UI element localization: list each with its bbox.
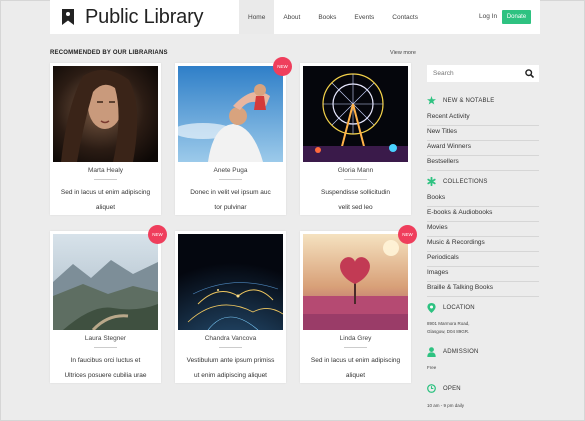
card-book-title[interactable]: Donec in velit vel ipsum auc tor pulvina… — [183, 185, 278, 215]
nav-books[interactable]: Books — [309, 0, 345, 34]
main-nav: Home About Books Events Contacts — [239, 0, 427, 34]
new-badge: NEW — [148, 225, 167, 244]
sidebar-item-periodicals[interactable]: Periodicals — [427, 252, 539, 267]
new-notable-heading: NEW & NOTABLE — [427, 96, 495, 105]
book-cover-image — [303, 66, 408, 162]
book-card[interactable]: NEW Anete Puga Donec in velit vel ipsum … — [175, 57, 292, 215]
heading-label: OPEN — [443, 385, 461, 392]
asterisk-icon — [427, 177, 436, 186]
card-title-line: Vestibulum ante ipsum primiss — [186, 357, 275, 364]
donate-button[interactable]: Donate — [502, 10, 531, 24]
card-title-line: Ultrices posuere cubilia urae — [64, 372, 147, 379]
site-title: Public Library — [85, 5, 204, 28]
location-heading: LOCATION — [427, 303, 475, 313]
address-line: 8901 Marmora Road, — [427, 321, 470, 326]
book-card[interactable]: NEW Laura Stegner In faucibus orci luctu… — [50, 225, 167, 383]
card-title-line: Donec in velit vel ipsum auc — [190, 189, 271, 196]
star-icon — [427, 96, 436, 105]
card-book-title[interactable]: Sed in lacus ut enim adipiscing aliquet — [308, 353, 403, 383]
card-title-line: aliquet — [95, 204, 116, 211]
bookmark-icon — [62, 9, 74, 25]
card-divider — [94, 179, 117, 180]
card-divider — [344, 179, 367, 180]
nav-contacts[interactable]: Contacts — [383, 0, 427, 34]
sidebar-item-braille[interactable]: Braille & Talking Books — [427, 282, 539, 297]
search-input[interactable] — [427, 70, 517, 77]
card-divider — [219, 179, 242, 180]
card-author: Marta Healy — [87, 167, 124, 174]
admission-heading: ADMISSION — [427, 347, 478, 357]
sidebar-item-images[interactable]: Images — [427, 267, 539, 282]
view-more-link[interactable]: View more — [390, 50, 416, 56]
site-header: Public Library Home About Books Events C… — [50, 0, 540, 34]
book-cover-image — [303, 234, 408, 330]
logo[interactable]: Public Library — [62, 5, 204, 29]
new-badge: NEW — [398, 225, 417, 244]
heading-label: NEW & NOTABLE — [443, 97, 495, 104]
book-cover-image — [178, 234, 283, 330]
card-title-line: Suspendisse sollicitudin — [320, 189, 390, 196]
card-author: Anete Puga — [213, 167, 248, 174]
card-title-line: In faucibus orci luctus et — [70, 357, 141, 364]
nav-about[interactable]: About — [274, 0, 309, 34]
clock-icon — [427, 384, 436, 393]
heading-label: LOCATION — [443, 305, 475, 311]
card-title-line: ut enim adipiscing aliquet — [194, 372, 267, 379]
hours-text: 10 am - 9 pm daily — [427, 403, 465, 408]
book-card[interactable]: Chandra Vancova Vestibulum ante ipsum pr… — [175, 231, 286, 383]
card-book-title[interactable]: Sed in lacus ut enim adipiscing aliquet — [58, 185, 153, 215]
search-icon[interactable] — [525, 69, 534, 78]
book-cover-image — [53, 234, 158, 330]
sidebar-item-new-titles[interactable]: New Titles — [427, 126, 539, 141]
card-title-line: Sed in lacus ut enim adipiscing — [60, 189, 151, 196]
login-link[interactable]: Log In — [479, 13, 497, 20]
open-heading: OPEN — [427, 384, 461, 393]
book-cover-image — [53, 66, 158, 162]
card-title-line: tor pulvinar — [214, 204, 247, 211]
card-author: Gloria Mann — [337, 167, 374, 174]
admission-text: Free — [427, 365, 437, 370]
card-divider — [344, 347, 367, 348]
book-card[interactable]: Marta Healy Sed in lacus ut enim adipisc… — [50, 63, 161, 215]
book-card[interactable]: Gloria Mann Suspendisse sollicitudin vel… — [300, 63, 411, 215]
sidebar-item-ebooks[interactable]: E-books & Audiobooks — [427, 207, 539, 222]
card-book-title[interactable]: Suspendisse sollicitudin velit sed leo — [308, 185, 403, 215]
collections-heading: COLLECTIONS — [427, 177, 488, 186]
sidebar-item-bestsellers[interactable]: Bestsellers — [427, 156, 539, 171]
card-divider — [219, 347, 242, 348]
card-author: Laura Stegner — [84, 335, 127, 342]
heading-label: COLLECTIONS — [443, 178, 488, 185]
card-divider — [94, 347, 117, 348]
map-pin-icon — [427, 303, 436, 313]
sidebar-item-music[interactable]: Music & Recordings — [427, 237, 539, 252]
user-icon — [427, 347, 436, 357]
card-author: Chandra Vancova — [204, 335, 257, 342]
card-author: Linda Grey — [339, 335, 372, 342]
nav-home[interactable]: Home — [239, 0, 275, 34]
book-cover-image — [178, 66, 283, 162]
card-book-title[interactable]: Vestibulum ante ipsum primiss ut enim ad… — [183, 353, 278, 383]
sidebar-item-movies[interactable]: Movies — [427, 222, 539, 237]
sidebar-item-recent-activity[interactable]: Recent Activity — [427, 111, 539, 126]
book-card[interactable]: NEW Linda Grey Sed in lacus ut enim adip… — [300, 225, 417, 383]
address-line: Glasgow, D04 89GR. — [427, 328, 470, 334]
search-box — [427, 65, 539, 82]
sidebar-item-award-winners[interactable]: Award Winners — [427, 141, 539, 156]
card-title-line: velit sed leo — [338, 204, 373, 211]
section-title: RECOMMENDED BY OUR LIBRARIANS — [50, 50, 168, 56]
heading-label: ADMISSION — [443, 349, 479, 355]
new-badge: NEW — [273, 57, 292, 76]
address-text: 8901 Marmora Road, Glasgow, D04 89GR. — [427, 320, 470, 335]
nav-events[interactable]: Events — [345, 0, 383, 34]
card-title-line: aliquet — [345, 372, 366, 379]
sidebar-item-books[interactable]: Books — [427, 192, 539, 207]
card-title-line: Sed in lacus ut enim adipiscing — [310, 357, 401, 364]
card-book-title[interactable]: In faucibus orci luctus et Ultrices posu… — [58, 353, 153, 383]
